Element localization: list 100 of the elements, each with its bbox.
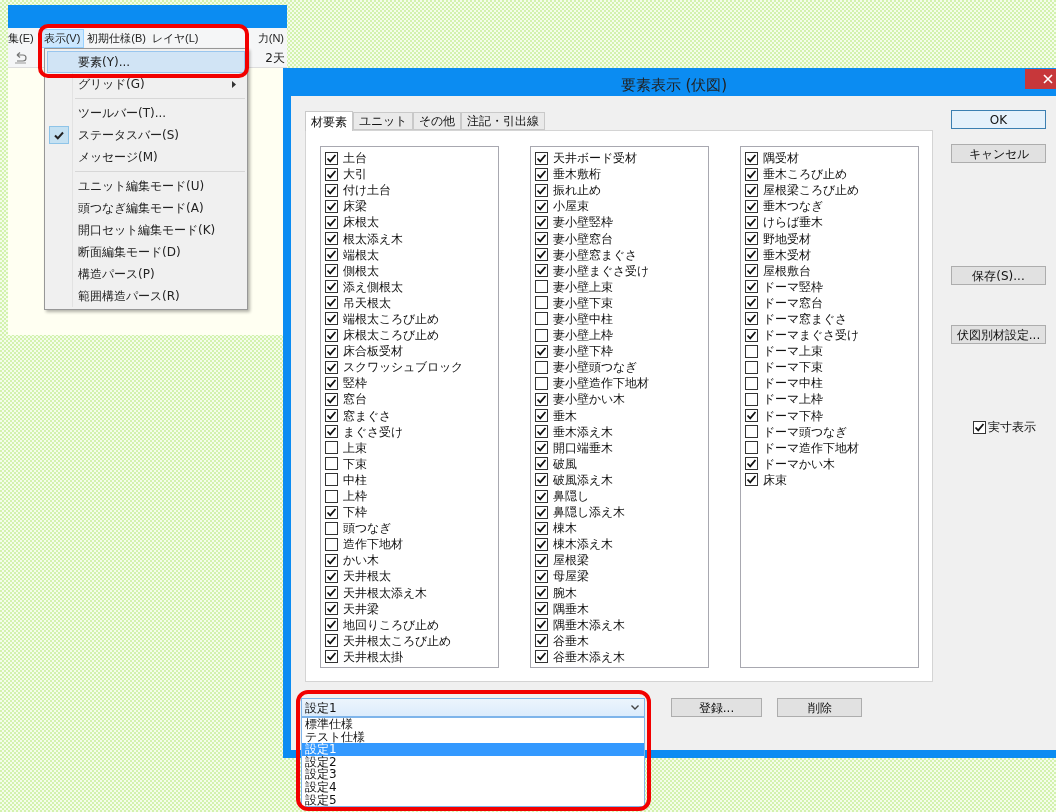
dialog-button[interactable]: キャンセル	[951, 144, 1046, 163]
checkbox[interactable]	[745, 457, 758, 471]
checkbox[interactable]	[325, 634, 338, 648]
checkbox[interactable]	[325, 457, 338, 471]
checkbox[interactable]	[535, 409, 548, 423]
menu-item[interactable]: 開口セット編集モード(K)	[78, 221, 216, 239]
checkbox[interactable]	[535, 344, 548, 358]
checkbox[interactable]	[535, 215, 548, 229]
checkbox[interactable]	[535, 650, 548, 664]
checkbox[interactable]	[535, 521, 548, 535]
checkbox[interactable]	[745, 376, 758, 390]
checkbox[interactable]	[745, 344, 758, 358]
checkbox[interactable]	[745, 215, 758, 229]
checkbox[interactable]	[325, 183, 338, 197]
checkbox[interactable]	[745, 232, 758, 245]
checkbox[interactable]	[535, 183, 548, 197]
checkbox[interactable]	[535, 425, 548, 439]
checkbox[interactable]	[535, 280, 548, 294]
checkbox[interactable]	[745, 328, 758, 342]
checkbox[interactable]	[535, 232, 548, 245]
checkbox[interactable]	[535, 618, 548, 632]
checkbox[interactable]	[535, 473, 548, 487]
checkbox[interactable]	[745, 280, 758, 294]
dialog-button[interactable]: 保存(S)...	[951, 266, 1046, 285]
checkbox[interactable]	[325, 280, 338, 294]
checkbox[interactable]	[325, 248, 338, 262]
menu-item[interactable]: 断面編集モード(D)	[78, 243, 181, 261]
checkbox[interactable]	[745, 360, 758, 374]
tab[interactable]: 材要素	[305, 111, 353, 131]
dialog-button[interactable]: 伏図別材設定...	[951, 325, 1046, 344]
checkbox[interactable]	[325, 296, 338, 310]
menu-item[interactable]: ユニット編集モード(U)	[78, 177, 205, 195]
dropdown-option[interactable]: テスト仕様	[302, 730, 644, 744]
checkbox[interactable]	[745, 473, 758, 487]
checkbox[interactable]	[325, 199, 338, 213]
menu-bar-item[interactable]: 表示(V)	[39, 29, 85, 48]
checkbox[interactable]	[325, 441, 338, 455]
checkbox[interactable]	[325, 570, 338, 583]
checkbox[interactable]	[325, 602, 338, 616]
menu-item[interactable]: ツールバー(T)...	[78, 104, 167, 122]
tab[interactable]: その他	[413, 112, 461, 130]
menu-bar-item[interactable]: 初期仕様(B)	[84, 29, 149, 48]
checkbox[interactable]	[745, 183, 758, 197]
checkbox[interactable]	[325, 586, 338, 600]
tab[interactable]: ユニット	[353, 112, 413, 130]
dropdown-option[interactable]: 設定4	[302, 780, 644, 794]
dialog-button[interactable]: OK	[951, 110, 1046, 129]
checkbox[interactable]	[325, 312, 338, 326]
checkbox[interactable]	[535, 151, 548, 165]
menu-item[interactable]: ステータスバー(S)	[78, 126, 179, 144]
dropdown-option[interactable]: 設定2	[302, 755, 644, 769]
menu-item[interactable]: 要素(Y)...	[47, 51, 245, 73]
checkbox[interactable]	[325, 425, 338, 439]
checkbox[interactable]	[535, 441, 548, 455]
menu-item[interactable]: 範囲構造パース(R)	[78, 287, 180, 305]
checkbox[interactable]	[325, 376, 338, 390]
dialog-button[interactable]: 登録...	[671, 698, 762, 717]
checkbox[interactable]	[745, 151, 758, 165]
dropdown-option[interactable]: 設定3	[302, 768, 644, 781]
checkbox[interactable]	[325, 151, 338, 165]
checkbox[interactable]	[325, 344, 338, 358]
checkbox[interactable]	[535, 570, 548, 583]
tab[interactable]: 注記・引出線	[461, 112, 545, 130]
menu-bar-item[interactable]: 集(E)	[8, 29, 34, 48]
checkbox[interactable]	[973, 420, 986, 434]
checkbox[interactable]	[745, 248, 758, 262]
checkbox[interactable]	[325, 521, 338, 535]
checkbox[interactable]	[535, 312, 548, 326]
checkbox[interactable]	[745, 312, 758, 326]
checkbox[interactable]	[745, 409, 758, 423]
checkbox[interactable]	[535, 392, 548, 406]
checkbox[interactable]	[325, 489, 338, 503]
menu-bar-item[interactable]: レイヤ(L)	[149, 29, 202, 48]
checkbox[interactable]	[535, 199, 548, 213]
checkbox[interactable]	[325, 167, 338, 181]
checkbox[interactable]	[745, 392, 758, 406]
checkbox[interactable]	[745, 441, 758, 455]
checkbox[interactable]	[325, 473, 338, 487]
checkbox[interactable]	[325, 409, 338, 423]
checkbox[interactable]	[535, 537, 548, 551]
checkbox[interactable]	[745, 167, 758, 181]
checkbox[interactable]	[535, 248, 548, 262]
checkbox[interactable]	[325, 232, 338, 245]
checkbox[interactable]	[535, 634, 548, 648]
checkbox[interactable]	[325, 215, 338, 229]
checkbox[interactable]	[325, 360, 338, 374]
dropdown-option[interactable]: 標準仕様	[302, 718, 644, 731]
checkbox[interactable]	[325, 264, 338, 278]
menu-item[interactable]: 構造パース(P)	[78, 265, 155, 283]
checkbox[interactable]	[535, 457, 548, 471]
checkbox[interactable]	[535, 505, 548, 519]
dialog-button[interactable]: 削除	[777, 698, 862, 717]
checkbox[interactable]	[535, 296, 548, 310]
checkbox[interactable]	[535, 264, 548, 278]
menu-item[interactable]: 頭つなぎ編集モード(A)	[78, 199, 204, 217]
checkbox[interactable]	[325, 505, 338, 519]
menu-item[interactable]: グリッド(G)	[78, 75, 145, 93]
checkbox[interactable]	[535, 167, 548, 181]
checkbox[interactable]	[325, 328, 338, 342]
checkbox[interactable]	[325, 392, 338, 406]
